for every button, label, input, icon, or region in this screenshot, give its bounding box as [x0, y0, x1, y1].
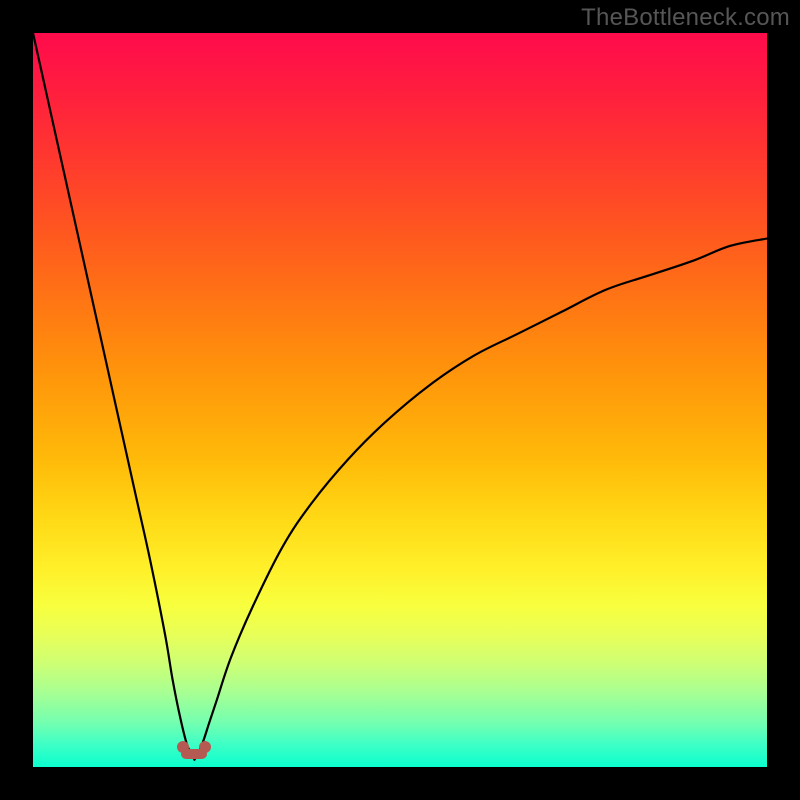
- plot-area: [33, 33, 767, 767]
- chart-stage: TheBottleneck.com: [0, 0, 800, 800]
- optimum-marker-bridge: [181, 749, 207, 759]
- watermark-text: TheBottleneck.com: [581, 4, 790, 32]
- bottleneck-curve: [33, 33, 767, 767]
